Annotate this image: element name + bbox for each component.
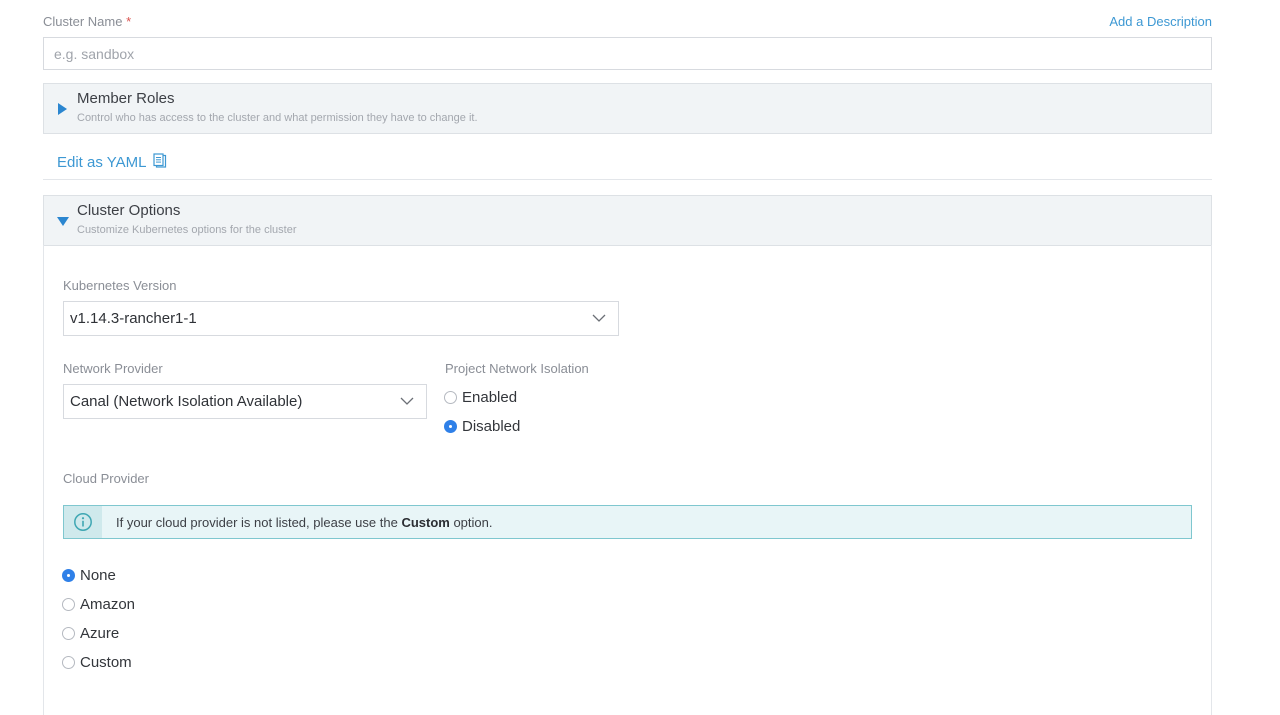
radio-label: None [80,567,116,584]
cloud-provider-label: Cloud Provider [63,471,149,486]
caret-down-icon[interactable] [57,217,69,226]
member-roles-title: Member Roles [77,90,175,107]
cluster-options-title: Cluster Options [77,202,181,219]
radio-label: Amazon [80,596,136,613]
cluster-name-input[interactable] [43,37,1212,70]
kubernetes-version-select[interactable]: v1.14.3-rancher1-1 [63,301,619,336]
caret-right-icon[interactable] [58,103,67,115]
network-provider-value: Canal (Network Isolation Available) [70,393,303,410]
isolation-enabled-radio[interactable]: Enabled [444,389,517,406]
cluster-options-accordion[interactable]: Cluster Options Customize Kubernetes opt… [43,195,1212,246]
cloud-provider-azure-radio[interactable]: Azure [62,625,119,642]
radio-checked-icon[interactable] [444,420,457,433]
divider [43,179,1212,180]
chevron-down-icon [592,311,606,329]
clipboard-icon [152,153,167,172]
info-text-prefix: If your cloud provider is not listed, pl… [116,514,402,530]
info-circle-icon [64,506,102,538]
radio-unchecked-icon[interactable] [62,598,75,611]
kubernetes-version-value: v1.14.3-rancher1-1 [70,310,197,327]
cloud-provider-custom-radio[interactable]: Custom [62,654,132,671]
info-text-suffix: option. [449,514,493,530]
cloud-provider-none-radio[interactable]: None [62,567,116,584]
radio-checked-icon[interactable] [62,569,75,582]
radio-label: Custom [80,654,132,671]
edit-as-yaml-label: Edit as YAML [57,154,147,171]
chevron-down-icon [400,394,414,412]
radio-label: Enabled [462,389,518,406]
info-text: If your cloud provider is not listed, pl… [116,515,492,530]
radio-label: Azure [80,625,120,642]
required-mark: * [126,14,132,29]
cluster-name-label: Cluster Name * [43,14,131,29]
isolation-disabled-radio[interactable]: Disabled [444,418,520,435]
member-roles-subtitle: Control who has access to the cluster an… [77,112,478,124]
cluster-options-subtitle: Customize Kubernetes options for the clu… [77,224,297,236]
network-provider-select[interactable]: Canal (Network Isolation Available) [63,384,427,419]
radio-unchecked-icon[interactable] [62,656,75,669]
member-roles-accordion[interactable]: Member Roles Control who has access to t… [43,83,1212,134]
cluster-name-label-text: Cluster Name [43,14,123,29]
radio-unchecked-icon[interactable] [62,627,75,640]
project-network-isolation-label: Project Network Isolation [445,361,589,376]
edit-as-yaml-link[interactable]: Edit as YAML [57,153,167,172]
radio-label: Disabled [462,418,521,435]
cloud-provider-info-banner: If your cloud provider is not listed, pl… [63,505,1192,539]
info-text-bold: Custom [401,514,450,530]
radio-unchecked-icon[interactable] [444,391,457,404]
cloud-provider-amazon-radio[interactable]: Amazon [62,596,135,613]
add-description-link[interactable]: Add a Description [1109,14,1212,29]
kubernetes-version-label: Kubernetes Version [63,278,177,293]
network-provider-label: Network Provider [63,361,163,376]
